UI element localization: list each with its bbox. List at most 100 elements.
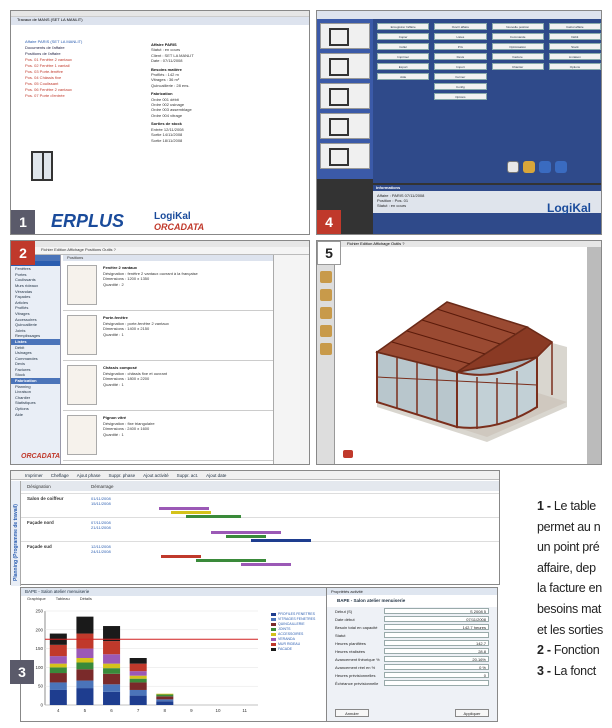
function-button[interactable]: Devis bbox=[434, 53, 487, 60]
property-value[interactable]: 07/11/2008 bbox=[384, 616, 489, 622]
function-button[interactable]: Listes bbox=[434, 33, 487, 40]
function-button[interactable]: Livraison bbox=[548, 53, 601, 60]
gantt-bar[interactable] bbox=[196, 559, 266, 562]
function-button[interactable]: Enregistrer l'affaire bbox=[377, 23, 430, 30]
app-icon[interactable] bbox=[555, 161, 567, 173]
property-row: Date début 07/11/2008 bbox=[327, 615, 497, 623]
property-value[interactable]: 0 % bbox=[384, 664, 489, 670]
gantt-row-label: Salon de coiffeur bbox=[27, 496, 64, 501]
gantt-bar[interactable] bbox=[211, 531, 281, 534]
property-value[interactable]: 20.16% bbox=[384, 656, 489, 662]
chart-tab[interactable]: Tableau bbox=[56, 596, 70, 603]
menu-bar[interactable]: Fichier Edition Affichage Outils ? bbox=[317, 241, 601, 247]
position-card[interactable] bbox=[320, 113, 370, 139]
function-button[interactable]: Options bbox=[548, 63, 601, 70]
function-button[interactable]: Options bbox=[434, 93, 487, 100]
tool-sidebar[interactable] bbox=[317, 247, 335, 464]
gantt-bar[interactable] bbox=[251, 539, 311, 542]
caption-line: affaire, dep bbox=[537, 558, 612, 579]
function-button[interactable]: Chantier bbox=[491, 63, 544, 70]
function-button[interactable]: Config bbox=[434, 83, 487, 90]
property-value[interactable]: 142.7 bbox=[384, 640, 489, 646]
toolbar-button[interactable]: Suppr. act. bbox=[177, 473, 199, 478]
positions-list[interactable]: Positions Fenêtre 2 vantaux Désignation :… bbox=[63, 255, 273, 464]
chart-tabs[interactable]: Graphique Tableau Détails bbox=[21, 596, 329, 603]
toolbar-button[interactable]: Imprimer bbox=[25, 473, 43, 478]
function-button[interactable]: Nouvelle position bbox=[491, 23, 544, 30]
chart-tab[interactable]: Détails bbox=[80, 596, 92, 603]
list-item[interactable]: Pignon vitré Désignation : fixe triangula… bbox=[63, 411, 273, 461]
function-button[interactable]: Coller bbox=[377, 43, 430, 50]
navigation-sidebar[interactable]: AffairePositionsFenêtresPortesCoulissant… bbox=[11, 255, 61, 464]
app-icon[interactable] bbox=[523, 161, 535, 173]
toolbar[interactable]: Fichier Edition Affichage Positions Outi… bbox=[11, 247, 309, 255]
tab-affaire[interactable]: Travaux de MANS (SET LA MANLIT) bbox=[17, 17, 83, 22]
property-row: Début (S) S 2008 5 bbox=[327, 607, 497, 615]
property-value[interactable]: 28.8 bbox=[384, 648, 489, 654]
property-value[interactable]: 0 bbox=[384, 672, 489, 678]
legend-swatch bbox=[271, 617, 276, 622]
property-value[interactable] bbox=[384, 632, 489, 638]
toolbar-button[interactable]: Ajout activité bbox=[143, 473, 169, 478]
list-item[interactable]: Châssis composé Désignation : châssis fix… bbox=[63, 361, 273, 411]
tab-bar[interactable]: Travaux de MANS (SET LA MANLIT) bbox=[11, 17, 309, 25]
function-button[interactable]: Fermer bbox=[434, 73, 487, 80]
function-button[interactable]: Commande bbox=[491, 33, 544, 40]
gantt-bar[interactable] bbox=[159, 507, 209, 510]
menu-bar[interactable] bbox=[317, 11, 601, 19]
list-item[interactable]: Porte-fenêtre Désignation : porte-fenêtre… bbox=[63, 311, 273, 361]
scrollbar[interactable] bbox=[587, 247, 601, 464]
folder-icon[interactable] bbox=[319, 271, 332, 283]
gantt-bar[interactable] bbox=[241, 563, 291, 566]
toolbar-button[interactable]: Cheflage bbox=[51, 473, 69, 478]
toolbar-label[interactable]: Fichier Edition Affichage Positions Outi… bbox=[41, 247, 116, 252]
gantt-bar[interactable] bbox=[226, 535, 266, 538]
app-icon[interactable] bbox=[507, 161, 519, 173]
property-value[interactable]: 142.7 heures bbox=[384, 624, 489, 630]
function-button[interactable]: Import bbox=[434, 63, 487, 70]
gantt-bar[interactable] bbox=[171, 511, 211, 514]
tree-item[interactable]: Pos. 07 Porte d'entrée bbox=[25, 93, 145, 99]
function-button[interactable]: Export bbox=[377, 63, 430, 70]
toolbar-button[interactable]: Ajout phase bbox=[77, 473, 101, 478]
gantt-bar[interactable] bbox=[161, 555, 201, 558]
3d-viewport[interactable] bbox=[337, 257, 587, 457]
function-button[interactable]: Facture bbox=[491, 53, 544, 60]
planning-toolbar[interactable]: Imprimer Cheflage Ajout phase Suppr. phase A… bbox=[11, 471, 499, 480]
function-button[interactable]: Calcul affaire bbox=[548, 23, 601, 30]
folder-icon[interactable] bbox=[319, 307, 332, 319]
function-button[interactable]: Aide bbox=[377, 73, 430, 80]
gantt-bar[interactable] bbox=[186, 515, 241, 518]
logos: ERPLUS LogiKal ORCADATA bbox=[51, 211, 204, 232]
position-card[interactable] bbox=[320, 23, 370, 49]
function-button[interactable]: Copier bbox=[377, 33, 430, 40]
apply-button[interactable]: Appliquer bbox=[455, 709, 489, 717]
app-icon[interactable] bbox=[539, 161, 551, 173]
function-button[interactable]: Imprimer bbox=[377, 53, 430, 60]
function-button[interactable]: Débit bbox=[548, 33, 601, 40]
position-card[interactable] bbox=[320, 143, 370, 169]
property-value[interactable]: S 2008 5 bbox=[384, 608, 489, 614]
menu-items[interactable]: Fichier Edition Affichage Outils ? bbox=[347, 241, 405, 246]
position-card[interactable] bbox=[320, 53, 370, 79]
position-card[interactable] bbox=[320, 83, 370, 109]
folder-icon[interactable] bbox=[319, 325, 332, 337]
property-value[interactable] bbox=[384, 680, 489, 686]
detail-row: Quincaillerie : 28 ens. bbox=[151, 82, 190, 88]
folder-icon[interactable] bbox=[319, 343, 332, 355]
chart-tab[interactable]: Graphique bbox=[27, 596, 46, 603]
function-button[interactable]: Prix bbox=[434, 43, 487, 50]
list-item[interactable]: Fenêtre 2 vantaux Désignation : fenêtre 2… bbox=[63, 261, 273, 311]
function-button[interactable]: Ouvrir affaire bbox=[434, 23, 487, 30]
toolbar-button[interactable]: Ajout date bbox=[206, 473, 226, 478]
function-button[interactable]: Stock bbox=[548, 43, 601, 50]
gantt-row[interactable]: Salon de coiffeur 01/11/2008 15/11/2008 bbox=[21, 493, 499, 517]
toolbar-button[interactable]: Suppr. phase bbox=[109, 473, 136, 478]
function-button[interactable]: Optimisation bbox=[491, 43, 544, 50]
position-thumbnails[interactable] bbox=[317, 19, 373, 179]
affaire-tree[interactable]: Affaire PARIS (SET LA MANLIT) Documents d… bbox=[25, 39, 145, 99]
sidebar-item[interactable]: Aide bbox=[11, 412, 60, 418]
folder-icon[interactable] bbox=[319, 289, 332, 301]
bar-segment bbox=[49, 689, 67, 705]
cancel-button[interactable]: Annuler bbox=[335, 709, 369, 717]
